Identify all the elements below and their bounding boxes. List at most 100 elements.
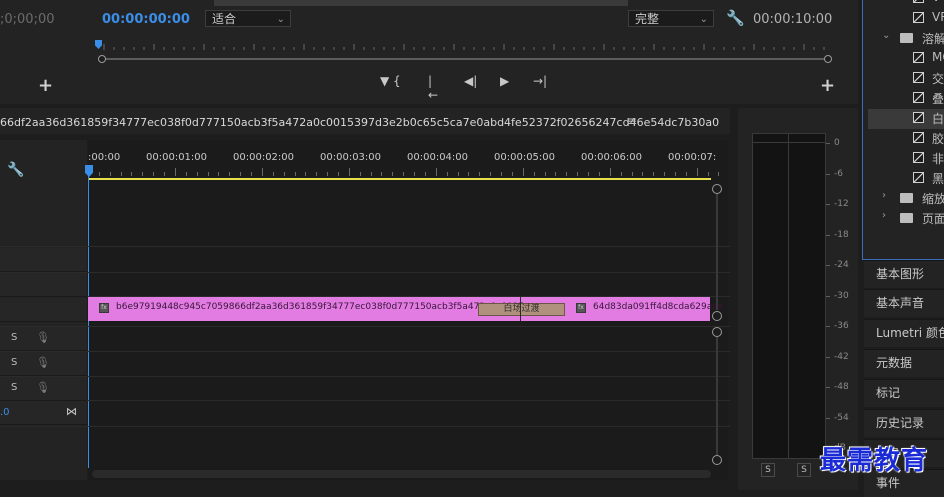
video-track-header[interactable]: [0, 298, 87, 322]
video-tracks-scroll-track: [716, 194, 718, 310]
clip-a-name: b6e97919448c945c7059866df2aa36d361859f34…: [116, 302, 525, 312]
zoom-dropdown[interactable]: 适合 ⌄: [205, 10, 291, 27]
chevron-right-icon[interactable]: ›: [882, 190, 886, 201]
timeline-playhead-line: [88, 176, 89, 468]
audio-track-header[interactable]: S 🎙: [0, 352, 87, 376]
microphone-icon[interactable]: 🎙: [36, 356, 50, 369]
add-marker-button[interactable]: ▼: [380, 74, 389, 88]
chevron-right-icon[interactable]: ›: [882, 210, 886, 221]
ruler-tick: [338, 172, 339, 176]
audio-meter-peak-indicators[interactable]: [752, 133, 826, 143]
microphone-icon[interactable]: 🎙: [36, 331, 50, 344]
mark-in-button[interactable]: {: [393, 74, 401, 88]
ruler-tick: [479, 172, 481, 176]
db-tick: [826, 326, 830, 327]
program-mini-ruler[interactable]: [98, 44, 832, 50]
effect-item[interactable]: 白: [868, 109, 944, 129]
play-button[interactable]: ▶: [500, 74, 509, 88]
db-label: -18: [834, 229, 849, 240]
step-back-button[interactable]: ◀|: [464, 74, 477, 88]
effect-item[interactable]: VR: [868, 9, 944, 29]
transition-effect-icon: [913, 52, 924, 63]
video-scroll-top-handle[interactable]: [712, 184, 722, 194]
panel-tab-essential-graphics[interactable]: 基本图形: [864, 260, 944, 288]
audio-track-header[interactable]: S 🎙: [0, 327, 87, 351]
microphone-icon[interactable]: 🎙: [36, 381, 50, 394]
ruler-tick: [174, 168, 176, 176]
solo-button[interactable]: S: [11, 332, 17, 343]
program-zoom-scrollbar[interactable]: [98, 55, 832, 63]
edit-point-line: [520, 297, 521, 321]
go-to-out-button[interactable]: →|: [533, 74, 547, 88]
timeline-ruler[interactable]: :00:00 00:00:01:00 00:00:02:00 00:00:03:…: [88, 152, 716, 166]
db-tick: [826, 295, 830, 297]
effect-item[interactable]: 黑: [868, 169, 944, 189]
program-add-button[interactable]: +: [820, 75, 835, 96]
meter-solo-right[interactable]: S: [797, 463, 811, 477]
ruler-label: 00:00:04:00: [407, 152, 469, 163]
ruler-tick: [283, 172, 285, 176]
panel-tab-history[interactable]: 历史记录: [864, 409, 944, 437]
panel-tab-markers[interactable]: 标记: [864, 379, 944, 407]
master-volume-value[interactable]: .0: [0, 407, 10, 418]
fx-badge: fx: [99, 303, 109, 313]
effects-folder[interactable]: › 页面: [868, 209, 944, 229]
db-label: -6: [834, 168, 843, 179]
go-to-in-button[interactable]: |←: [428, 74, 438, 102]
audio-track-header[interactable]: S 🎙: [0, 377, 87, 401]
ruler-tick: [566, 172, 568, 176]
transition-effect-icon: [913, 72, 924, 83]
chevron-down-icon[interactable]: ⌄: [882, 30, 890, 41]
effect-label: 叠: [932, 92, 944, 106]
ruler-tick: [305, 172, 307, 176]
audio-tracks-scroll-track: [716, 336, 718, 456]
timeline-settings-wrench-icon[interactable]: 🔧: [7, 162, 24, 178]
track-divider: [0, 351, 730, 352]
ruler-tick: [131, 172, 133, 176]
panel-menu-icon[interactable]: ≡: [627, 114, 637, 128]
transition-effect-icon: [913, 172, 924, 183]
effect-item[interactable]: V: [868, 0, 944, 9]
ruler-tick: [490, 172, 492, 176]
work-area-bar[interactable]: [88, 178, 711, 180]
timeline-horizontal-scrollbar[interactable]: [92, 470, 711, 478]
scrollbar-right-handle[interactable]: [824, 55, 832, 63]
bowtie-icon[interactable]: ⋈: [66, 405, 77, 418]
video-clip[interactable]: fx b6e97919448c945c7059866df2aa36d361859…: [88, 297, 723, 321]
effect-item[interactable]: 交: [868, 69, 944, 89]
panel-tab-essential-sound[interactable]: 基本声音: [864, 289, 944, 317]
ruler-tick: [142, 172, 144, 176]
effects-folder[interactable]: ⌄ 溶解: [868, 29, 944, 49]
sequence-tab-label[interactable]: 66df2aa36d361859f34777ec038f0d777150acb3…: [0, 116, 719, 129]
solo-button[interactable]: S: [11, 382, 17, 393]
audio-scroll-bottom-handle[interactable]: [712, 455, 722, 465]
quality-dropdown[interactable]: 完整 ⌄: [628, 10, 714, 27]
scrollbar-left-handle[interactable]: [98, 55, 106, 63]
ruler-tick: [327, 172, 329, 176]
wrench-icon[interactable]: 🔧: [726, 9, 745, 27]
source-timecode[interactable]: ;0;00;00: [0, 12, 55, 27]
effects-folder-label: 溶解: [922, 32, 944, 46]
source-add-button[interactable]: +: [38, 75, 53, 96]
db-tick: [826, 204, 830, 205]
program-timecode[interactable]: 00:00:00:00: [102, 12, 190, 27]
effect-item[interactable]: 非: [868, 149, 944, 169]
transition-block[interactable]: 白场过渡: [478, 303, 565, 316]
ruler-tick: [229, 172, 231, 176]
video-scroll-bottom-handle[interactable]: [712, 311, 722, 321]
ruler-tick: [501, 172, 503, 176]
panel-tab-lumetri-color[interactable]: Lumetri 颜色: [864, 319, 944, 347]
effect-item[interactable]: 叠: [868, 89, 944, 109]
panel-tab-metadata[interactable]: 元数据: [864, 349, 944, 377]
master-track-header[interactable]: .0 ⋈: [0, 401, 87, 425]
video-track-header[interactable]: [0, 248, 87, 272]
effects-folder[interactable]: › 缩放: [868, 189, 944, 209]
video-track-header[interactable]: [0, 273, 87, 297]
effect-item[interactable]: MC: [868, 49, 944, 69]
transition-effect-icon: [913, 112, 924, 123]
effect-item[interactable]: 胶: [868, 129, 944, 149]
track-divider: [0, 400, 730, 401]
meter-solo-left[interactable]: S: [761, 463, 775, 477]
solo-button[interactable]: S: [11, 357, 17, 368]
audio-scroll-top-handle[interactable]: [712, 327, 722, 337]
